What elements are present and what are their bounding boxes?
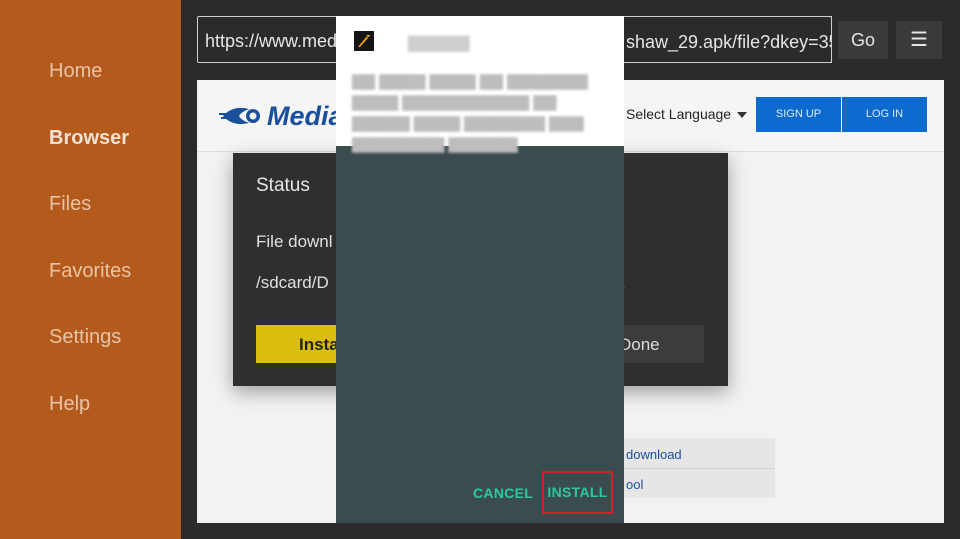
installer-header: ▇▇▇▇▇ ▇▇ ▇▇▇▇ ▇▇▇▇ ▇▇ ▇▇▇▇▇▇▇ ▇▇▇▇ ▇▇▇▇▇…	[336, 16, 624, 153]
app-name: ▇▇▇▇▇	[408, 35, 470, 52]
sidebar: Home Browser Files Favorites Settings He…	[0, 0, 181, 539]
login-button[interactable]: LOG IN	[842, 97, 927, 132]
app-icon	[354, 31, 374, 51]
logo-icon	[219, 107, 260, 125]
sidebar-item-favorites[interactable]: Favorites	[49, 260, 131, 283]
signup-button[interactable]: SIGN UP	[756, 97, 841, 132]
sidebar-item-home[interactable]: Home	[49, 60, 102, 83]
chevron-down-icon	[737, 112, 748, 119]
install-prompt: ▇▇ ▇▇▇▇ ▇▇▇▇ ▇▇ ▇▇▇▇▇▇▇ ▇▇▇▇ ▇▇▇▇▇▇▇▇▇▇▇…	[352, 73, 588, 153]
sidebar-item-help[interactable]: Help	[49, 393, 90, 416]
url-text-right[interactable]: shaw_29.apk/file?dkey=35	[624, 16, 832, 63]
site-logo[interactable]: Media	[219, 100, 344, 132]
language-select[interactable]: Select Language	[626, 106, 748, 122]
url-text-left: https://www.med	[205, 31, 338, 51]
divider	[620, 468, 775, 469]
sidebar-item-files[interactable]: Files	[49, 193, 91, 216]
menu-button[interactable]: ☰	[896, 21, 942, 59]
status-message: File downl	[256, 232, 333, 251]
tool-link[interactable]: ool	[626, 477, 643, 492]
install-button[interactable]: INSTALL	[542, 471, 613, 514]
sidebar-item-settings[interactable]: Settings	[49, 326, 121, 349]
cancel-button[interactable]: CANCEL	[473, 485, 533, 501]
menu-icon: ☰	[910, 29, 928, 51]
download-link[interactable]: download	[626, 447, 682, 462]
go-button[interactable]: Go	[838, 21, 888, 59]
package-installer-dialog: ▇▇▇▇▇ ▇▇ ▇▇▇▇ ▇▇▇▇ ▇▇ ▇▇▇▇▇▇▇ ▇▇▇▇ ▇▇▇▇▇…	[336, 16, 624, 523]
logo-text: Media	[267, 100, 344, 131]
file-path: /sdcard/D	[256, 273, 329, 292]
status-title: Status	[256, 175, 310, 196]
language-select-label: Select Language	[626, 106, 732, 122]
sidebar-item-browser[interactable]: Browser	[49, 127, 129, 150]
